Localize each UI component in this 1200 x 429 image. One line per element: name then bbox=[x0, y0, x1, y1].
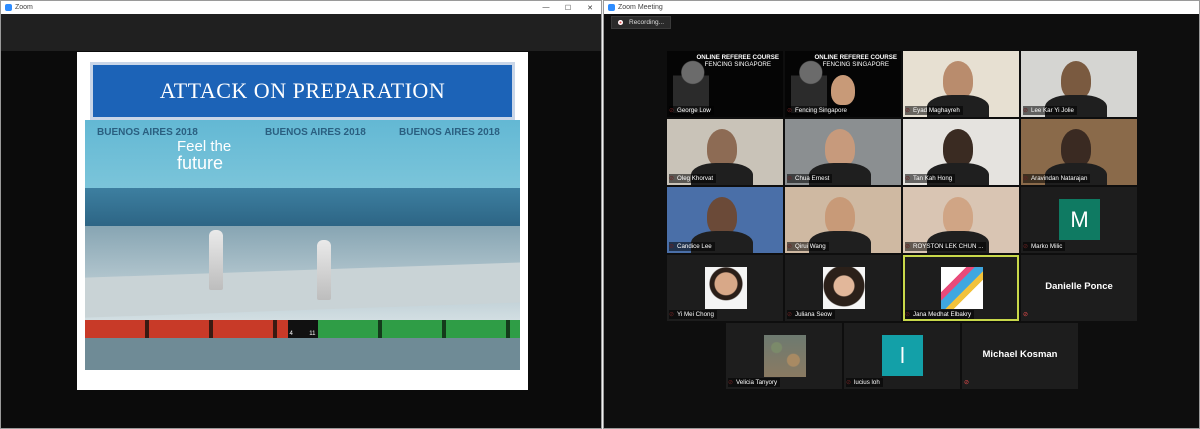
participant-name-label: Velicia Tanyory bbox=[728, 378, 781, 387]
minimize-button[interactable]: — bbox=[535, 1, 557, 14]
arena-floor bbox=[85, 338, 520, 370]
participant-tile[interactable]: ⊘ROYSTON LEK CHUN ... bbox=[903, 187, 1019, 253]
participant-name-label: Qirui Wang bbox=[787, 242, 829, 251]
shared-screen: ATTACK ON PREPARATION BUENOS AIRES 2018 … bbox=[1, 14, 601, 428]
scoreboard-red-lights bbox=[85, 320, 288, 338]
participant-tile[interactable]: l⊘lucius loh bbox=[844, 323, 960, 389]
participant-face bbox=[825, 197, 855, 235]
participant-tile[interactable]: ⊘Chua Ernest bbox=[785, 119, 901, 185]
scoreboard-green-lights bbox=[317, 320, 520, 338]
fencer-right bbox=[317, 240, 331, 300]
profile-picture bbox=[941, 267, 983, 309]
participant-tile[interactable]: ONLINE REFEREE COURSEFENCING SINGAPORE⊘F… bbox=[785, 51, 901, 117]
participant-avatar: M bbox=[1059, 199, 1100, 240]
participant-name-label: Fencing Singapore bbox=[787, 106, 850, 115]
course-title: ONLINE REFEREE COURSE bbox=[814, 54, 897, 61]
score-right: 11 bbox=[309, 331, 316, 337]
participant-tile[interactable]: ⊘Jana Medhat Elbakry bbox=[903, 255, 1019, 321]
meeting-window-title: Zoom Meeting bbox=[618, 4, 663, 11]
meeting-window: Zoom Meeting Recording... ONLINE REFEREE… bbox=[603, 0, 1200, 429]
participant-display-name: Danielle Ponce bbox=[1045, 281, 1113, 292]
event-logo-left: BUENOS AIRES 2018 bbox=[97, 127, 198, 138]
participant-name-label: ROYSTON LEK CHUN ... bbox=[905, 242, 987, 251]
participant-name-label: Yi Mei Chong bbox=[669, 310, 717, 319]
participant-tile[interactable]: ⊘Tan Kah Hong bbox=[903, 119, 1019, 185]
profile-picture bbox=[823, 267, 865, 309]
participant-face bbox=[1061, 61, 1091, 99]
participant-face bbox=[943, 197, 973, 235]
participant-tile[interactable]: Danielle Ponce ⊘ bbox=[1021, 255, 1137, 321]
participant-tile[interactable]: ⊘Yi Mei Chong bbox=[667, 255, 783, 321]
participant-tile[interactable]: ⊘Eyad Maghayreh bbox=[903, 51, 1019, 117]
officials-table bbox=[85, 188, 520, 226]
participant-face bbox=[943, 61, 973, 99]
participant-tile[interactable]: ⊘Lee Kar Yi Jolie bbox=[1021, 51, 1137, 117]
close-button[interactable]: ✕ bbox=[579, 1, 601, 14]
participant-display-name: Michael Kosman bbox=[982, 349, 1058, 360]
participant-face bbox=[831, 75, 855, 105]
recording-indicator[interactable]: Recording... bbox=[611, 16, 672, 29]
participant-avatar: l bbox=[882, 335, 923, 376]
participant-name-label: Tan Kah Hong bbox=[905, 174, 956, 183]
participant-name-label: Oleg Khorvat bbox=[669, 174, 717, 183]
participant-name-label: Aravindan Natarajan bbox=[1023, 174, 1091, 183]
fencer-left bbox=[209, 230, 223, 290]
course-title: ONLINE REFEREE COURSE bbox=[696, 54, 779, 61]
event-slogan: Feel the future bbox=[177, 138, 231, 173]
meeting-toolbar: Recording... bbox=[604, 14, 1199, 32]
participant-tile[interactable]: ONLINE REFEREE COURSEFENCING SINGAPORE⊘G… bbox=[667, 51, 783, 117]
fencing-photo: BUENOS AIRES 2018 Feel the future BUENOS… bbox=[85, 120, 520, 370]
participant-face bbox=[707, 197, 737, 235]
muted-mic-icon: ⊘ bbox=[1023, 312, 1029, 318]
participant-name-label: Eyad Maghayreh bbox=[905, 106, 963, 115]
meeting-titlebar: Zoom Meeting bbox=[604, 1, 1199, 14]
led-scoreboard: 4 11 bbox=[85, 320, 520, 338]
participant-tile[interactable]: ⊘Candice Lee bbox=[667, 187, 783, 253]
share-top-area bbox=[1, 14, 601, 51]
participant-name-label: Chua Ernest bbox=[787, 174, 833, 183]
slide-title: ATTACK ON PREPARATION bbox=[90, 62, 515, 120]
maximize-button[interactable]: ☐ bbox=[557, 1, 579, 14]
participant-tile[interactable]: M⊘Marko Milic bbox=[1021, 187, 1137, 253]
event-logo-mid: BUENOS AIRES 2018 bbox=[265, 127, 366, 138]
fencer-silhouette bbox=[791, 55, 827, 113]
course-subtitle: FENCING SINGAPORE bbox=[822, 61, 889, 68]
participant-tile[interactable]: Michael Kosman ⊘ bbox=[962, 323, 1078, 389]
course-subtitle: FENCING SINGAPORE bbox=[704, 61, 771, 68]
participant-face bbox=[707, 129, 737, 167]
participant-name-label: Marko Milic bbox=[1023, 242, 1066, 251]
recording-icon bbox=[618, 20, 623, 25]
recording-label: Recording... bbox=[629, 19, 665, 26]
slogan-line-2: future bbox=[177, 153, 224, 173]
participant-name-label: Jana Medhat Elbakry bbox=[905, 310, 975, 319]
window-controls: — ☐ ✕ bbox=[535, 1, 601, 14]
screen-share-window: Zoom — ☐ ✕ ATTACK ON PREPARATION BUENOS … bbox=[0, 0, 602, 429]
event-logo-right: BUENOS AIRES 2018 bbox=[399, 127, 500, 138]
score-left: 4 bbox=[289, 331, 293, 337]
participant-tile[interactable]: ⊘Qirui Wang bbox=[785, 187, 901, 253]
participant-face bbox=[825, 129, 855, 167]
participant-tile[interactable]: ⊘Aravindan Natarajan bbox=[1021, 119, 1137, 185]
zoom-app-icon bbox=[5, 4, 12, 11]
scoreboard-score: 4 11 bbox=[287, 320, 318, 338]
participant-name-label: lucius loh bbox=[846, 378, 883, 387]
profile-picture bbox=[764, 335, 806, 377]
muted-mic-icon: ⊘ bbox=[964, 380, 970, 386]
participant-face bbox=[943, 129, 973, 167]
participant-face bbox=[1061, 129, 1091, 167]
share-window-title: Zoom bbox=[15, 4, 33, 11]
fencer-silhouette bbox=[673, 55, 709, 113]
participant-name-label: Juliana Seow bbox=[787, 310, 835, 319]
participant-name-label: Lee Kar Yi Jolie bbox=[1023, 106, 1077, 115]
share-titlebar: Zoom — ☐ ✕ bbox=[1, 1, 601, 14]
participant-tile[interactable]: ⊘Velicia Tanyory bbox=[726, 323, 842, 389]
participant-tile[interactable]: ⊘Oleg Khorvat bbox=[667, 119, 783, 185]
participant-name-label: Candice Lee bbox=[669, 242, 715, 251]
zoom-app-icon bbox=[608, 4, 615, 11]
profile-picture bbox=[705, 267, 747, 309]
participant-tile[interactable]: ⊘Juliana Seow bbox=[785, 255, 901, 321]
presentation-slide: ATTACK ON PREPARATION BUENOS AIRES 2018 … bbox=[77, 52, 528, 390]
participant-name-label: George Low bbox=[669, 106, 714, 115]
